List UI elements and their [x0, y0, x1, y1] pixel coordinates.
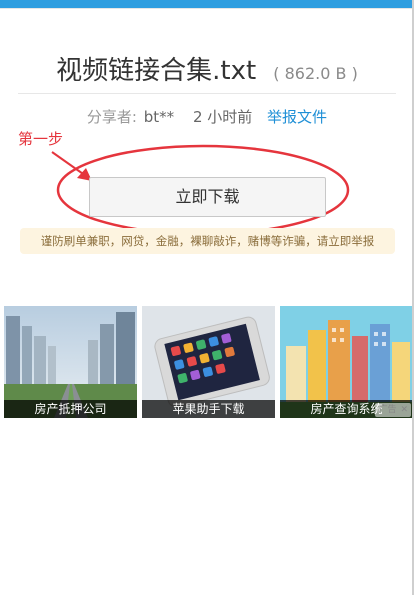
- file-name: 视频链接合集.txt: [56, 56, 257, 86]
- divider: [18, 93, 396, 94]
- ad-card-mortgage[interactable]: 房产抵押公司: [4, 306, 137, 418]
- ad-card-apple-helper[interactable]: 苹果助手下载: [142, 306, 275, 418]
- close-icon[interactable]: ✕: [400, 405, 408, 415]
- file-title: 视频链接合集.txt ( 862.0 B ): [0, 50, 414, 87]
- report-file-link[interactable]: 举报文件: [267, 108, 327, 126]
- sharer-label: 分享者:: [86, 108, 137, 126]
- ad-strip: 房产抵押公司 苹果助手下载 房产查询系统 广告 ✕: [4, 306, 414, 420]
- top-accent-bar: [0, 0, 414, 9]
- ad-card-property-query[interactable]: 房产查询系统 广告 ✕: [280, 306, 413, 418]
- ad-mark[interactable]: 广告 ✕: [375, 403, 411, 417]
- download-now-button[interactable]: 立即下载: [89, 177, 326, 217]
- file-meta: 分享者: bt** 2 小时前 举报文件: [0, 106, 414, 127]
- upload-time: 2 小时前: [192, 108, 253, 126]
- sharer-name: bt**: [143, 108, 175, 126]
- ad-caption: 苹果助手下载: [142, 400, 275, 418]
- ad-caption: 房产抵押公司: [4, 400, 137, 418]
- fraud-warning-banner: 谨防刷单兼职，网贷，金融，裸聊敲诈，赌博等诈骗，请立即举报: [20, 228, 395, 254]
- file-size: ( 862.0 B ): [273, 64, 358, 83]
- ad-mark-label: 广告: [378, 405, 397, 415]
